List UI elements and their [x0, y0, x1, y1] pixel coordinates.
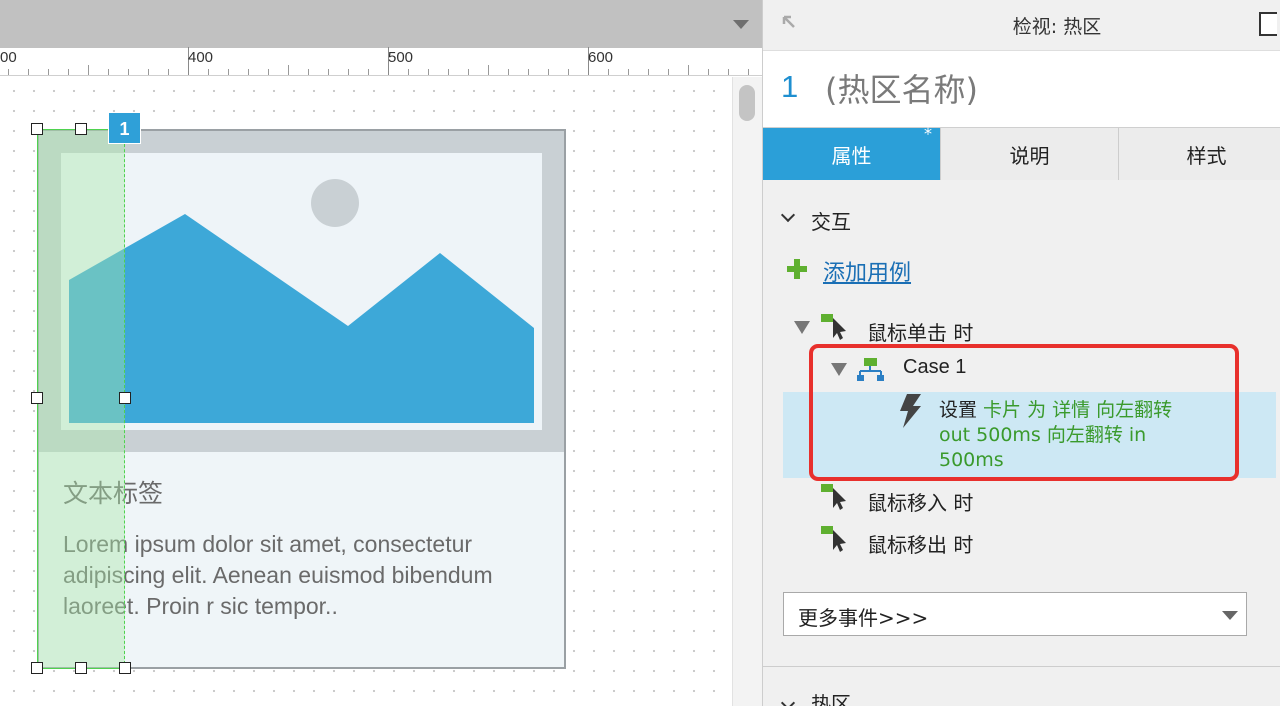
ruler-tick [308, 69, 309, 75]
ruler-tick [348, 69, 349, 75]
ruler-tick [728, 69, 729, 75]
widget-name-field[interactable]: (热区名称) [825, 65, 978, 111]
resize-handle-bottom-middle[interactable] [75, 662, 87, 674]
ruler-tick [268, 69, 269, 75]
chevron-down-icon[interactable] [780, 695, 796, 706]
tab-dropdown-icon[interactable] [733, 20, 749, 29]
canvas-vertical-scrollbar[interactable] [732, 77, 762, 706]
more-events-select[interactable]: 更多事件>>> [783, 592, 1247, 636]
expand-triangle-icon[interactable] [794, 321, 810, 334]
ruler-tick [288, 65, 289, 75]
resize-handle-top-left[interactable] [31, 123, 43, 135]
ruler-tick [48, 69, 49, 75]
more-events-label: 更多事件>>> [798, 606, 929, 630]
ruler-tick [688, 65, 689, 75]
ruler-tick [8, 69, 9, 75]
ruler-tick [568, 69, 569, 75]
tab-properties[interactable]: 属性 * [763, 124, 941, 180]
ruler-tick [508, 69, 509, 75]
ruler-tick [648, 69, 649, 75]
ruler-tick [448, 69, 449, 75]
ruler-tick [668, 69, 669, 75]
ruler-tick [228, 69, 229, 75]
chevron-down-icon[interactable] [780, 207, 796, 223]
ruler-tick [68, 69, 69, 75]
cursor-event-icon [821, 526, 846, 552]
event-on-click[interactable]: 鼠标单击 时 [867, 317, 973, 346]
horizontal-ruler: 00 400 500 600 [0, 47, 762, 76]
page-icon[interactable] [1259, 12, 1277, 36]
inspector-header: 检视: 热区 [763, 0, 1280, 50]
ruler-tick [128, 69, 129, 75]
tab-style[interactable]: 样式 [1119, 128, 1280, 180]
tab-properties-label: 属性 [831, 144, 872, 168]
inspector-tabs: 属性 * 说明 样式 [763, 124, 1280, 180]
interaction-section-label[interactable]: 交互 [811, 206, 851, 235]
ruler-label-600: 600 [588, 49, 614, 66]
interaction-section: 交互 添加用例 鼠标单击 时 Case 1 设置 卡片 为 详情 向左翻转 ou… [763, 180, 1280, 670]
ruler-tick [468, 69, 469, 75]
ruler-tick [168, 69, 169, 75]
ruler-tick [108, 69, 109, 75]
ruler-tick [248, 69, 249, 75]
chevron-down-icon [1222, 611, 1238, 620]
scroll-thumb[interactable] [739, 85, 755, 121]
tab-style-label: 样式 [1186, 144, 1227, 168]
ruler-tick [208, 69, 209, 75]
widget-name-row: 1 (热区名称) [763, 50, 1280, 128]
ruler-tick [148, 69, 149, 75]
tab-notes-label: 说明 [1009, 144, 1050, 168]
ruler-tick [88, 65, 89, 75]
resize-handle-bottom-left[interactable] [31, 662, 43, 674]
ruler-tick [748, 69, 749, 75]
cursor-event-icon [821, 484, 846, 510]
hotspot-number-badge: 1 [108, 112, 141, 144]
add-case-link[interactable]: 添加用例 [823, 255, 911, 287]
section-divider [763, 666, 1280, 667]
ruler-tick [28, 69, 29, 75]
event-on-mouse-enter[interactable]: 鼠标移入 时 [867, 487, 973, 516]
ruler-tick [628, 69, 629, 75]
inspector-title: 检视: 热区 [1012, 16, 1102, 38]
plus-icon[interactable] [787, 259, 807, 279]
event-on-mouse-leave[interactable]: 鼠标移出 时 [867, 529, 973, 558]
card-body-text: Lorem ipsum dolor sit amet, consectetur … [63, 531, 493, 619]
resize-handle-middle-right[interactable] [119, 392, 131, 404]
resize-handle-bottom-right[interactable] [119, 662, 131, 674]
hotspot-section-label[interactable]: 热区 [811, 688, 851, 706]
annotation-highlight-box [809, 344, 1239, 481]
widget-number: 1 [781, 69, 799, 104]
tab-modified-mark: * [924, 124, 932, 143]
ruler-tick [488, 65, 489, 75]
inspector-panel: 检视: 热区 1 (热区名称) 属性 * 说明 样式 交互 添加用例 鼠标单击 … [762, 0, 1280, 706]
ruler-tick [368, 69, 369, 75]
resize-handle-top-middle[interactable] [75, 123, 87, 135]
ruler-tick [548, 69, 549, 75]
cursor-event-icon [821, 314, 846, 340]
image-icon [61, 153, 542, 430]
ruler-label-300: 00 [0, 49, 17, 66]
ruler-tick [328, 69, 329, 75]
tab-notes[interactable]: 说明 [941, 128, 1119, 180]
resize-handle-middle-left[interactable] [31, 392, 43, 404]
ruler-tick [428, 69, 429, 75]
ruler-tick [708, 69, 709, 75]
ruler-tick [608, 69, 609, 75]
document-tab-bar [0, 0, 762, 48]
ruler-tick [528, 69, 529, 75]
ruler-label-500: 500 [388, 49, 414, 66]
ruler-label-400: 400 [188, 49, 214, 66]
ruler-tick [408, 69, 409, 75]
canvas-area: 00 400 500 600 文本标签 Lorem ipsum dolor si… [0, 0, 762, 706]
hotspot-widget[interactable] [37, 129, 125, 669]
